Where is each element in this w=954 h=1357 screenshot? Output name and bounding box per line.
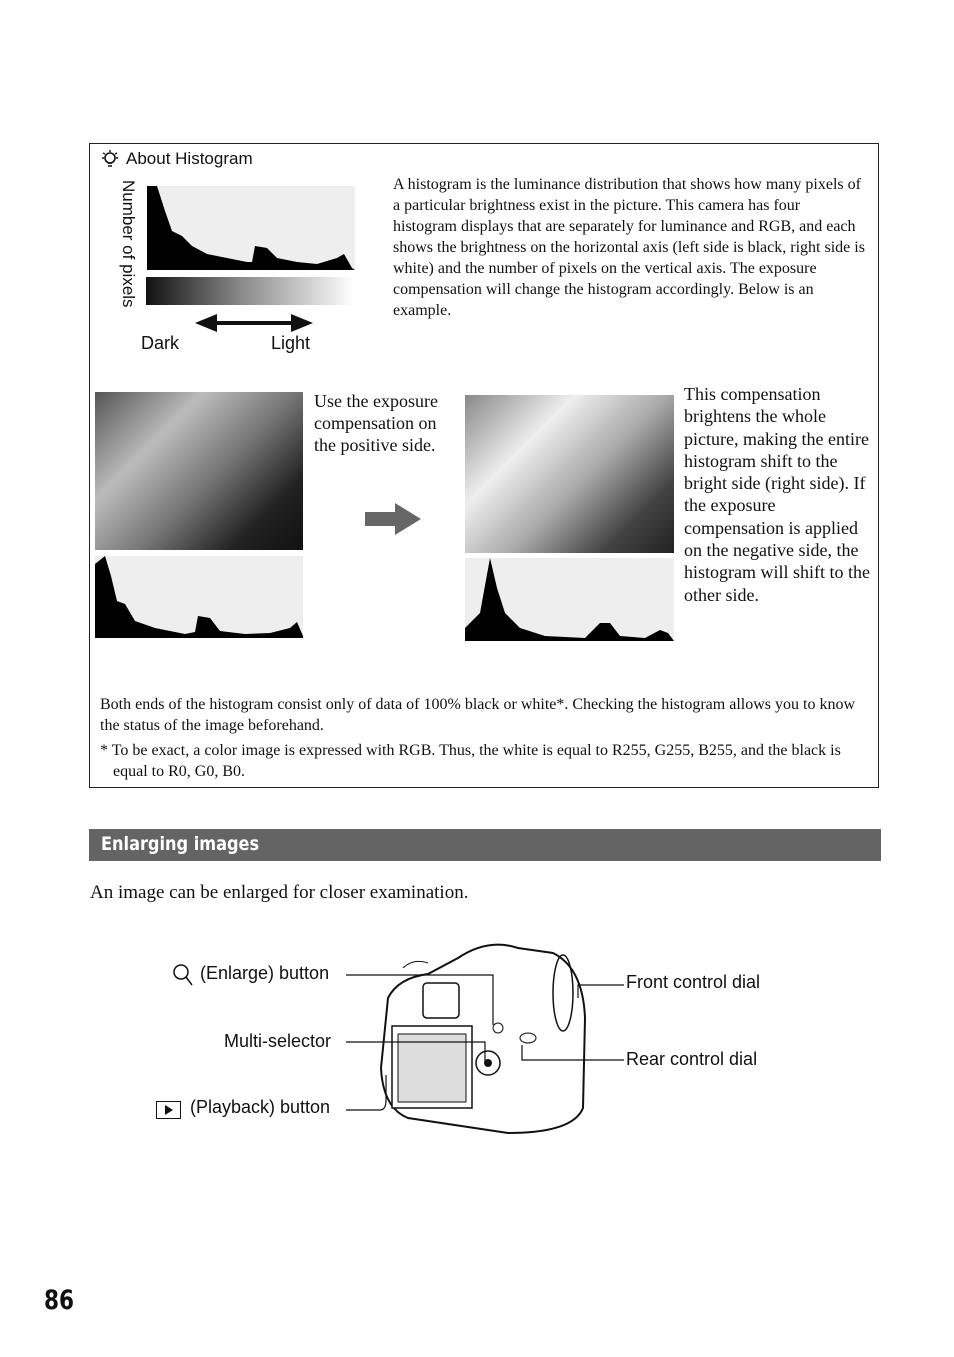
enlarge-button-label: (Enlarge) button xyxy=(200,963,330,983)
magnifier-enlarge-icon xyxy=(173,964,193,986)
compensated-histogram xyxy=(465,558,674,641)
section-body: An image can be enlarged for closer exam… xyxy=(90,882,469,903)
camera-illustration xyxy=(379,943,587,1135)
lightbulb-hint-icon xyxy=(102,150,118,167)
multi-selector-label: Multi-selector xyxy=(224,1031,332,1051)
rear-dial-label: Rear control dial xyxy=(626,1049,758,1069)
compensated-photo xyxy=(465,395,674,553)
compensation-note: This compensation brightens the whole pi… xyxy=(684,384,870,605)
brightness-gradient-bar xyxy=(146,277,354,305)
section-heading-bar: Enlarging images xyxy=(89,829,881,861)
playback-icon xyxy=(156,1101,181,1119)
original-photo xyxy=(95,392,303,550)
dark-label: Dark xyxy=(141,333,180,353)
playback-button-label: (Playback) button xyxy=(190,1097,331,1117)
y-axis-label: Number of pixels xyxy=(119,180,138,308)
section-title: Enlarging images xyxy=(101,833,260,855)
dark-light-arrow-icon xyxy=(195,314,313,332)
right-arrow-icon xyxy=(365,503,421,535)
use-positive-text: Use the exposure compensation on the pos… xyxy=(314,391,438,455)
page-number: 86 xyxy=(44,1285,75,1316)
original-histogram xyxy=(95,556,303,638)
tip-title: About Histogram xyxy=(126,149,253,168)
manual-page: About Histogram Number of pixels Dark Li… xyxy=(0,0,954,1357)
light-label: Light xyxy=(271,333,311,353)
footnote: * To be exact, a color image is expresse… xyxy=(100,742,841,780)
example-histogram xyxy=(147,186,355,270)
histogram-intro-text: A histogram is the luminance distributio… xyxy=(393,176,865,319)
both-ends-text: Both ends of the histogram consist only … xyxy=(100,696,855,734)
front-dial-label: Front control dial xyxy=(626,972,761,992)
